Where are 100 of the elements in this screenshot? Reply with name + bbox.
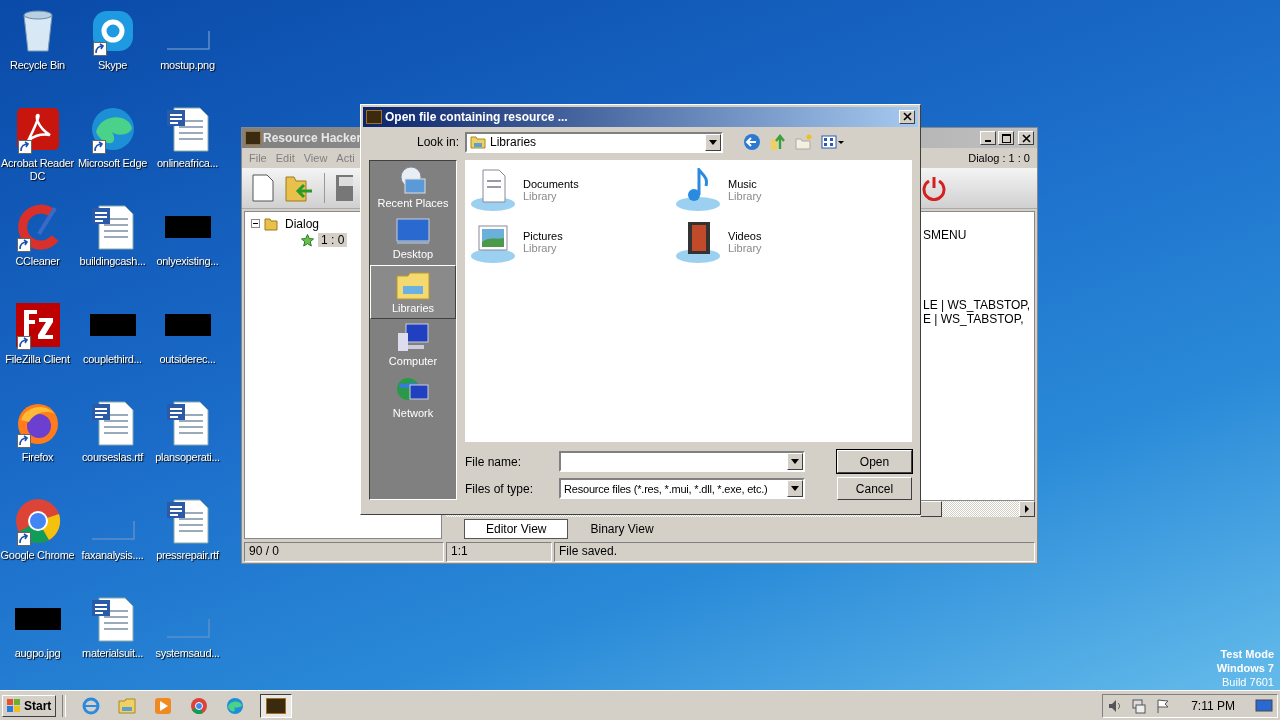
network-icon[interactable] [1131, 697, 1148, 714]
library-type: Library [523, 190, 558, 202]
desktop-icon-label[interactable]: Google Chrome [0, 549, 75, 562]
files-of-type-label: Files of type: [465, 481, 535, 496]
edge-browser-icon[interactable] [89, 106, 136, 152]
desktop-icon-label[interactable]: systemsaud... [150, 647, 225, 660]
desktop-icon-label[interactable]: augpo.jpg [0, 647, 75, 660]
caret-right-icon [1024, 505, 1030, 513]
maximize-button[interactable] [998, 131, 1014, 145]
taskbar-app[interactable] [260, 693, 293, 718]
library-name[interactable]: Pictures [523, 230, 563, 242]
file-type-dropdown[interactable]: Resource files (*.res, *.mui, *.dll, *.exe, etc.) [559, 478, 805, 499]
word-document-icon[interactable] [90, 400, 135, 446]
look-in-label: Look in: [417, 135, 460, 150]
windows-logo-icon [7, 698, 21, 713]
look-in-dropdown[interactable]: Libraries [465, 131, 724, 153]
new-file-icon[interactable] [252, 174, 274, 202]
e-browser-icon [82, 696, 101, 715]
places-item[interactable]: Libraries [370, 265, 456, 319]
desktop-icon-label[interactable]: mostup.png [150, 59, 225, 72]
desktop-icon-label[interactable]: Skype [75, 59, 150, 72]
skype-logo-icon[interactable] [90, 9, 135, 53]
desktop-icon-label[interactable]: couplethird... [75, 353, 150, 366]
desktop-icon-label[interactable]: Acrobat Reader DC [0, 157, 75, 183]
word-document-icon[interactable] [90, 204, 135, 250]
test-mode-text: Windows 7 [1216, 661, 1274, 675]
desktop-icon-label[interactable]: onlineafrica... [150, 157, 225, 170]
chrome-browser-icon [190, 696, 209, 715]
window-title: Resource Hacker [263, 131, 362, 145]
desktop-icon-label[interactable]: pressrepair.rtf [150, 549, 225, 562]
code-line: E | WS_TABSTOP, [923, 312, 1024, 326]
file-name-field[interactable] [559, 451, 805, 472]
desktop-icon-label[interactable]: outsiderec... [150, 353, 225, 366]
library-type: Library [728, 242, 762, 254]
word-document-icon[interactable] [165, 106, 210, 152]
thumbnail-placeholder[interactable] [164, 314, 211, 336]
desktop-icon-label[interactable]: courseslas.rtf [75, 451, 150, 464]
folder-icon [396, 270, 430, 300]
word-document-icon[interactable] [165, 498, 210, 544]
desktop-icon-label[interactable]: Recycle Bin [0, 59, 75, 72]
thumbnail-placeholder[interactable] [89, 314, 136, 336]
monitor-icon [396, 218, 430, 246]
close-icon [902, 112, 912, 122]
fz-app-icon[interactable] [14, 302, 61, 348]
library-type: Library [728, 190, 762, 202]
show-desktop-icon[interactable] [1255, 698, 1273, 713]
view-tab[interactable]: Binary View [574, 520, 670, 538]
library-name[interactable]: Videos [728, 230, 762, 242]
dialog-title: Open file containing resource ... [385, 109, 568, 124]
word-document-icon[interactable] [165, 400, 210, 446]
desktop-icon-label[interactable]: onlyexisting... [150, 255, 225, 268]
minimize-icon [985, 140, 991, 142]
folder-arrow-icon[interactable] [284, 173, 314, 203]
caret-down-icon [791, 459, 799, 464]
library-folder-icon [470, 135, 487, 150]
desktop-icon-label[interactable]: CCleaner [0, 255, 75, 268]
open-button[interactable]: Open [837, 450, 912, 473]
recycle-bin-icon[interactable] [20, 9, 55, 53]
code-line: LE | WS_TABSTOP, [923, 298, 1031, 312]
scrollbar-thumb[interactable] [920, 501, 942, 517]
desktop-icon-label[interactable]: faxanalysis.... [75, 549, 150, 562]
view-tab[interactable]: Editor View [464, 519, 569, 539]
caret-down-icon [791, 486, 799, 491]
desktop-icon-label[interactable]: buildingcash... [75, 255, 150, 268]
collapse-toggle-icon[interactable] [251, 217, 260, 231]
status-bar-cell: File saved. [554, 542, 1035, 562]
edge-browser-icon [226, 696, 245, 715]
desktop-icon-label[interactable]: Microsoft Edge [75, 157, 150, 170]
pdf-app-icon[interactable] [15, 107, 60, 151]
chrome-browser-icon[interactable] [14, 498, 61, 544]
maximize-icon [1001, 133, 1011, 143]
desktop-icon-label[interactable]: FileZilla Client [0, 353, 75, 366]
tree-item[interactable]: Dialog [282, 217, 323, 231]
code-line: SMENU [923, 228, 967, 242]
desktop-icon-label[interactable]: plansoperati... [150, 451, 225, 464]
places-item[interactable]: Recent Places [370, 161, 456, 213]
places-item[interactable]: Desktop [370, 213, 456, 265]
library-name[interactable]: Documents [523, 178, 579, 190]
tree-item[interactable]: 1 : 0 [318, 233, 348, 247]
thumbnail-placeholder[interactable] [14, 608, 61, 630]
computer-icon [396, 323, 430, 353]
places-item[interactable]: Network [370, 371, 456, 423]
close-button[interactable] [1018, 131, 1034, 145]
start-button[interactable]: Start [2, 694, 57, 717]
close-icon [1021, 133, 1031, 143]
cancel-button[interactable]: Cancel [837, 477, 912, 500]
view-menu-icon[interactable] [821, 134, 846, 151]
file-name-label: File name: [465, 454, 523, 469]
thumbnail-placeholder[interactable] [164, 216, 211, 238]
word-document-icon[interactable] [90, 596, 135, 642]
minimize-button[interactable] [980, 131, 996, 145]
places-item[interactable]: Computer [370, 319, 456, 371]
app-logo-icon [266, 697, 287, 714]
desktop-icon-label[interactable]: Firefox [0, 451, 75, 464]
play-icon [154, 696, 173, 715]
library-name[interactable]: Music [728, 178, 762, 190]
close-button[interactable] [899, 109, 915, 124]
clock[interactable]: 7:11 PM [1191, 698, 1235, 713]
desktop-icon-label[interactable]: materialsuit... [75, 647, 150, 660]
power-icon[interactable] [921, 175, 947, 201]
